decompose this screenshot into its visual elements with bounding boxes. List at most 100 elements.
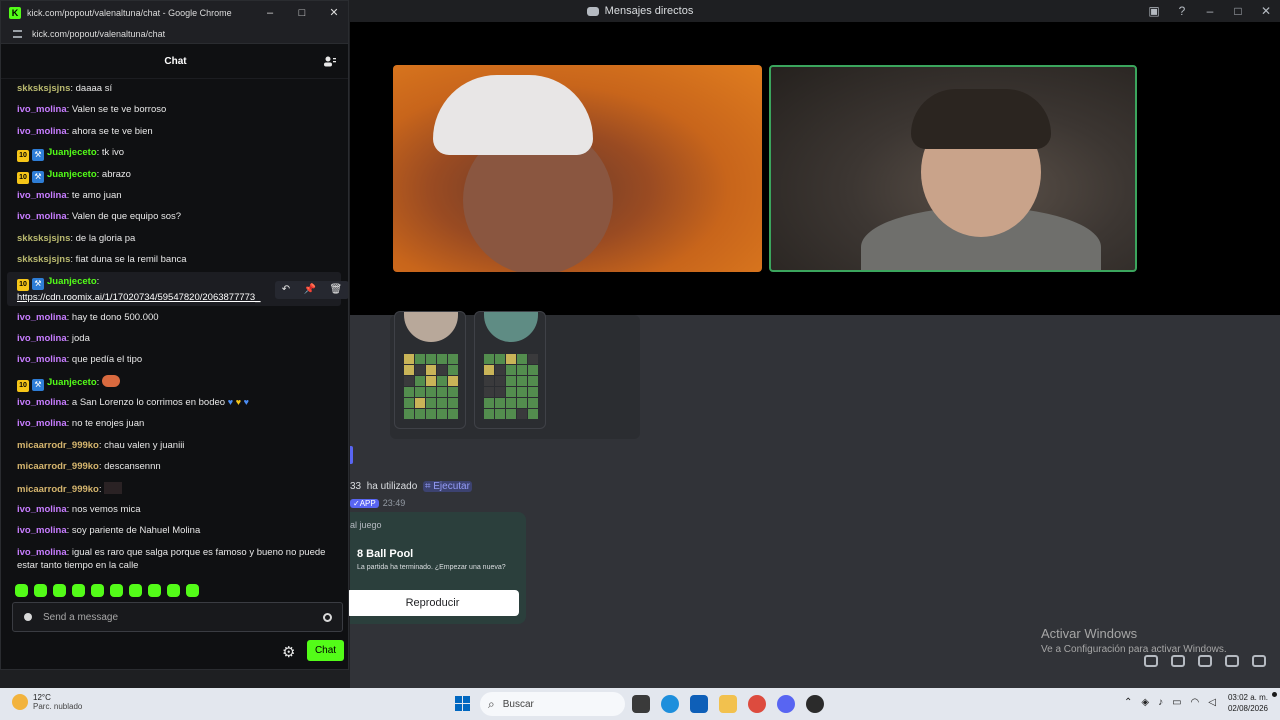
username[interactable]: ivo_molina: [17, 126, 67, 137]
settings-gear-icon[interactable]: ⚙: [282, 643, 295, 661]
app-badge: ✓APP: [350, 499, 379, 508]
message-input[interactable]: [43, 611, 303, 623]
message-text: hay te dono 500.000: [71, 311, 159, 323]
emote-icon[interactable]: [34, 584, 47, 597]
reply-icon[interactable]: ↶: [282, 283, 290, 296]
taskbar-search[interactable]: ⌕ Buscar: [480, 692, 625, 716]
emote-icon[interactable]: [129, 584, 142, 597]
chevron-up-icon[interactable]: ⌃: [1124, 697, 1132, 708]
username[interactable]: ivo_molina: [17, 104, 67, 115]
close-button[interactable]: ✕: [318, 6, 348, 19]
app-icon[interactable]: [806, 695, 824, 713]
username[interactable]: ivo_molina: [17, 418, 67, 429]
emoji-icon[interactable]: [1225, 655, 1239, 667]
board-cell: [495, 376, 505, 386]
store-icon[interactable]: [690, 695, 708, 713]
discord-icon[interactable]: [777, 695, 795, 713]
message-text: Valen se te ve borroso: [71, 104, 167, 116]
video-tile-1[interactable]: [393, 65, 762, 272]
send-chat-button[interactable]: Chat: [307, 640, 344, 661]
username[interactable]: Juanjeceto: [47, 276, 97, 287]
emote-icon[interactable]: [148, 584, 161, 597]
emote-icon[interactable]: [91, 584, 104, 597]
message-text: soy pariente de Nahuel Molina: [71, 525, 201, 537]
emote-icon[interactable]: [110, 584, 123, 597]
close-button[interactable]: ✕: [1252, 4, 1280, 18]
file-explorer-icon[interactable]: [719, 695, 737, 713]
chat-message: ivo_molina: Valen se te ve borroso: [17, 104, 167, 116]
heart-icon: ♥: [227, 397, 234, 408]
help-icon[interactable]: ?: [1168, 4, 1196, 18]
username[interactable]: ivo_molina: [17, 525, 67, 536]
kick-logo-icon: K: [9, 6, 21, 19]
username[interactable]: ivo_molina: [17, 504, 67, 515]
microphone-icon[interactable]: ♪: [1158, 697, 1163, 708]
gif-icon[interactable]: [1171, 655, 1185, 667]
command-used-line: 33 ha utilizado ⌗ Ejecutar: [350, 481, 472, 492]
username[interactable]: Juanjeceto: [47, 147, 97, 158]
emote-icon[interactable]: [15, 584, 28, 597]
emote-icon[interactable]: [72, 584, 85, 597]
message-link[interactable]: https://cdn.roomix.ai/1/17020734/5954782…: [17, 292, 261, 303]
username[interactable]: micaarrodr_999ko: [17, 484, 99, 495]
task-view-icon[interactable]: [632, 695, 650, 713]
pin-icon[interactable]: 📌: [304, 283, 316, 296]
clock[interactable]: 03:02 a. m. 02/08/2026: [1228, 692, 1268, 714]
site-info-icon[interactable]: [13, 29, 22, 38]
play-button[interactable]: Reproducir: [346, 590, 519, 616]
volume-icon[interactable]: ◁: [1208, 697, 1216, 708]
username[interactable]: skksksjsjns: [17, 233, 70, 244]
maximize-button[interactable]: □: [1224, 4, 1252, 18]
username[interactable]: Juanjeceto: [47, 169, 97, 180]
wifi-icon[interactable]: ◠: [1191, 697, 1200, 708]
username[interactable]: skksksjsjns: [17, 83, 70, 94]
username[interactable]: ivo_molina: [17, 190, 67, 201]
emoji-picker-icon[interactable]: [323, 613, 332, 622]
board-cell: [528, 365, 538, 375]
username[interactable]: micaarrodr_999ko: [17, 461, 99, 472]
game-result-card: [390, 311, 640, 439]
weather-icon: [12, 694, 28, 710]
emote-icon[interactable]: [53, 584, 66, 597]
monitor-icon[interactable]: ▭: [1172, 697, 1181, 708]
username[interactable]: micaarrodr_999ko: [17, 440, 99, 451]
username[interactable]: skksksjsjns: [17, 254, 70, 265]
username[interactable]: ivo_molina: [17, 312, 67, 323]
network-icon[interactable]: ◈: [1141, 697, 1149, 708]
delete-icon[interactable]: 🗑: [330, 283, 343, 296]
username[interactable]: ivo_molina: [17, 397, 67, 408]
maximize-button[interactable]: □: [286, 7, 318, 19]
video-tile-2-speaking[interactable]: [769, 65, 1137, 272]
username[interactable]: ivo_molina: [17, 547, 67, 558]
search-placeholder: Buscar: [502, 698, 534, 710]
username[interactable]: ivo_molina: [17, 354, 67, 365]
minimize-button[interactable]: –: [254, 7, 286, 19]
call-stage: [350, 22, 1280, 315]
participant-video-hair: [911, 89, 1051, 149]
chrome-icon[interactable]: [748, 695, 766, 713]
sticker-icon[interactable]: [1198, 655, 1212, 667]
notification-dot-icon[interactable]: [1272, 692, 1277, 697]
activate-windows-watermark: Activar Windows Ve a Configuración para …: [1041, 626, 1227, 655]
username[interactable]: ivo_molina: [17, 211, 67, 222]
board-grid: [484, 354, 538, 419]
board-cell: [426, 376, 436, 386]
start-button[interactable]: [455, 696, 470, 711]
board-cell: [404, 409, 414, 419]
edge-icon[interactable]: [661, 695, 679, 713]
board-cell: [484, 409, 494, 419]
apps-icon[interactable]: [1252, 655, 1266, 667]
command-link[interactable]: ⌗ Ejecutar: [422, 481, 472, 492]
address-bar[interactable]: kick.com/popout/valenaltuna/chat: [1, 24, 348, 44]
gift-icon[interactable]: [1144, 655, 1158, 667]
emote-icon[interactable]: [167, 584, 180, 597]
weather-widget[interactable]: 12°C Parc. nublado: [12, 693, 82, 711]
inbox-tray-icon[interactable]: ▣: [1140, 4, 1168, 18]
board-cell: [506, 376, 516, 386]
user-list-icon[interactable]: [324, 56, 336, 67]
board-cell: [528, 387, 538, 397]
username[interactable]: Juanjeceto: [47, 377, 97, 388]
username[interactable]: ivo_molina: [17, 333, 67, 344]
emote-icon[interactable]: [186, 584, 199, 597]
minimize-button[interactable]: –: [1196, 4, 1224, 18]
